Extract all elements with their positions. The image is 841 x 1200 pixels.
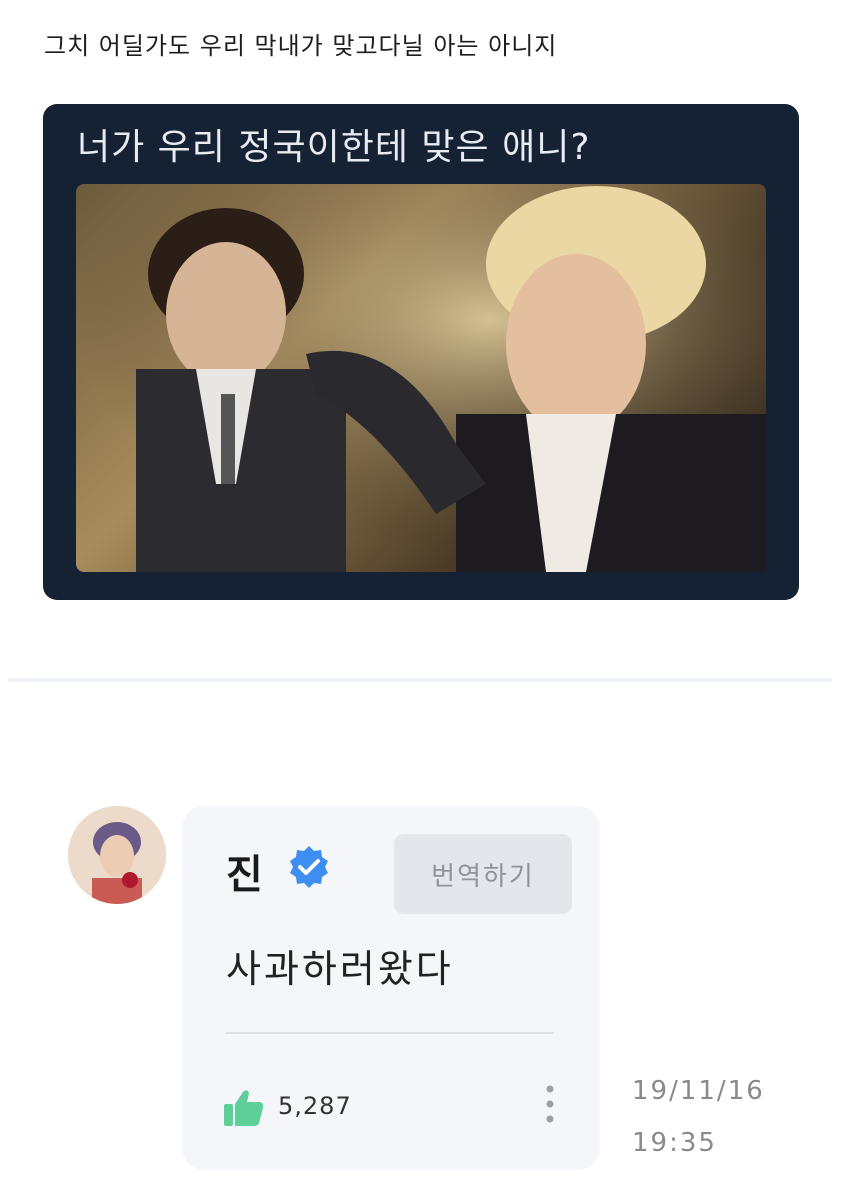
translate-button[interactable]: 번역하기 xyxy=(394,834,572,914)
card-divider xyxy=(226,1032,554,1034)
like-count: 5,287 xyxy=(278,1092,352,1120)
post-time: 19:35 xyxy=(632,1128,717,1158)
post-date: 19/11/16 xyxy=(632,1076,765,1106)
caption-text: 그치 어딜가도 우리 막내가 맞고다닐 아는 아니지 xyxy=(44,32,558,60)
post-card: 진 번역하기 사과하러왔다 5,287 xyxy=(182,806,599,1170)
meme-title: 너가 우리 정국이한테 맞은 애니? xyxy=(77,127,591,168)
meme-photo xyxy=(76,184,766,572)
verified-badge-icon xyxy=(290,846,328,888)
author-name[interactable]: 진 xyxy=(226,842,263,900)
post-text: 사과하러왔다 xyxy=(226,947,454,991)
thumbs-up-icon[interactable] xyxy=(222,1088,266,1128)
section-divider xyxy=(8,678,832,682)
avatar[interactable] xyxy=(68,806,166,904)
more-options-icon[interactable] xyxy=(544,1084,556,1124)
meme-card: 너가 우리 정국이한테 맞은 애니? xyxy=(43,104,799,600)
